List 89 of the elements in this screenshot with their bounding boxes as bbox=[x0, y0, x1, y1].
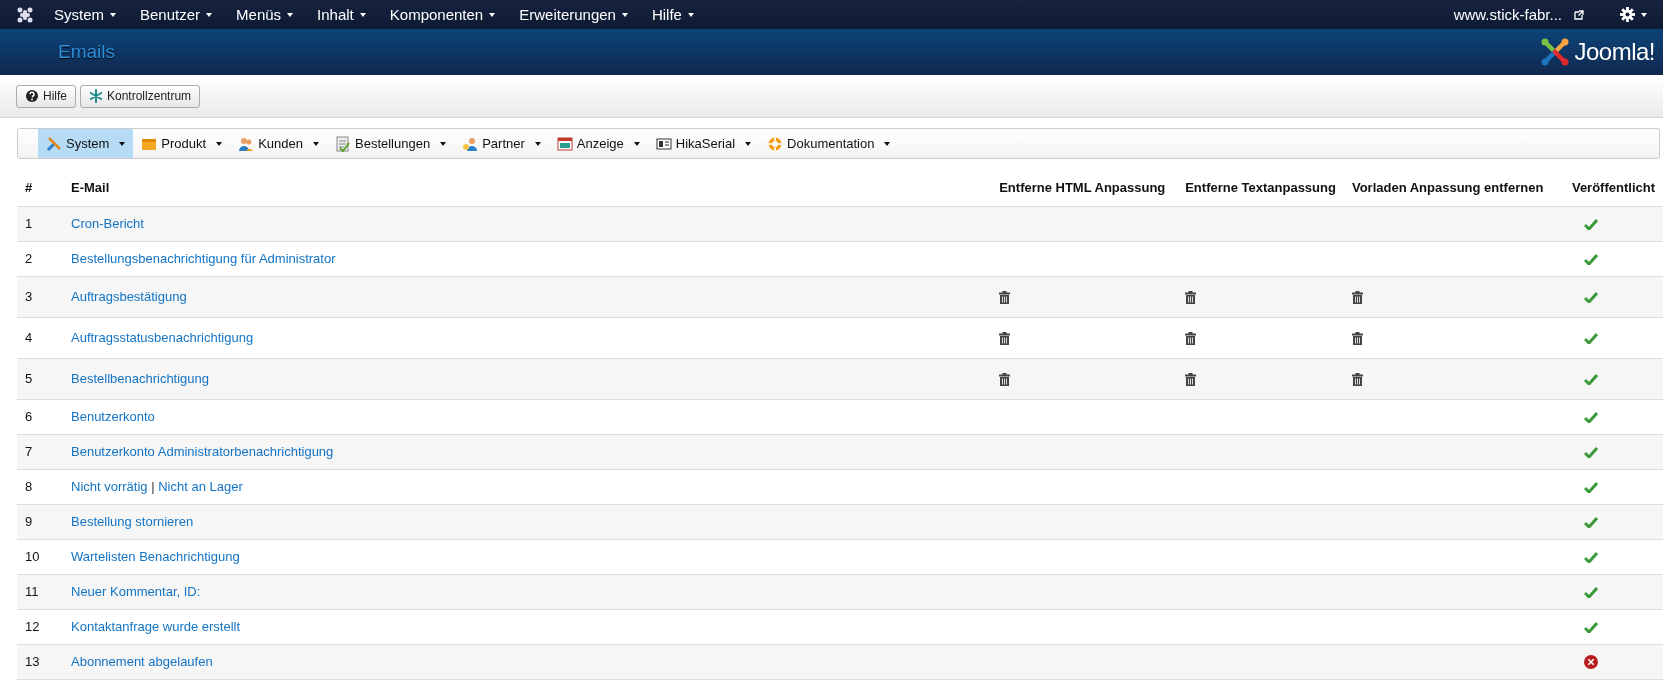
email-link[interactable]: Neuer Kommentar, ID: bbox=[71, 583, 201, 599]
column-header: Entferne HTML Anpassung bbox=[991, 169, 1178, 206]
row-number: 6 bbox=[17, 399, 63, 434]
help-icon bbox=[25, 89, 39, 103]
asterisk-icon bbox=[89, 89, 103, 103]
checkmark-icon[interactable] bbox=[1583, 481, 1598, 493]
checkmark-icon[interactable] bbox=[1583, 253, 1598, 265]
page-title: Emails bbox=[58, 39, 115, 64]
row-number: 1 bbox=[17, 206, 63, 241]
row-number: 7 bbox=[17, 434, 63, 469]
trash-icon[interactable] bbox=[1351, 331, 1363, 345]
row-number: 3 bbox=[17, 276, 63, 317]
cross-circle-icon[interactable] bbox=[1583, 655, 1598, 670]
submenu-item[interactable]: Partner bbox=[454, 129, 549, 158]
trash-icon[interactable] bbox=[1185, 290, 1197, 304]
control-panel-button[interactable]: Kontrollzentrum bbox=[80, 84, 201, 108]
row-number: 12 bbox=[17, 609, 63, 644]
partner-icon bbox=[462, 135, 479, 152]
menu-item[interactable]: Erweiterungen bbox=[507, 0, 640, 29]
checkmark-icon[interactable] bbox=[1583, 373, 1598, 385]
site-link[interactable]: www.stick-fabr... bbox=[1441, 0, 1574, 29]
email-link[interactable]: Bestellbenachrichtigung bbox=[71, 370, 210, 386]
checkmark-icon[interactable] bbox=[1583, 551, 1598, 563]
checkmark-icon[interactable] bbox=[1583, 586, 1598, 598]
email-link[interactable]: Abonnement abgelaufen bbox=[71, 653, 213, 669]
card-icon bbox=[655, 135, 672, 152]
submenu-item[interactable]: Produkt bbox=[133, 129, 231, 158]
window-icon bbox=[556, 135, 573, 152]
email-link[interactable]: Nicht an Lager bbox=[158, 478, 243, 494]
joomla-logo-icon bbox=[1540, 37, 1571, 67]
row-number: 10 bbox=[17, 539, 63, 574]
email-link[interactable]: Kontaktanfrage wurde erstellt bbox=[71, 618, 241, 634]
email-link[interactable]: Bestellung stornieren bbox=[71, 513, 194, 529]
separator: | bbox=[150, 478, 156, 494]
row-number: 5 bbox=[17, 358, 63, 399]
checkmark-icon[interactable] bbox=[1583, 218, 1598, 230]
lifebuoy-icon bbox=[767, 135, 784, 152]
checkmark-icon[interactable] bbox=[1583, 621, 1598, 633]
checkmark-icon[interactable] bbox=[1583, 291, 1598, 303]
checkmark-icon[interactable] bbox=[1583, 411, 1598, 423]
email-link[interactable]: Auftragsbestätigung bbox=[71, 288, 187, 304]
joomla-icon[interactable] bbox=[16, 5, 34, 24]
email-link[interactable]: Bestellungsbenachrichtigung für Administrator bbox=[71, 250, 336, 266]
column-header: E-Mail bbox=[63, 169, 992, 206]
row-number: 11 bbox=[17, 574, 63, 609]
submenu-item[interactable]: Kunden bbox=[230, 129, 327, 158]
document-icon bbox=[335, 135, 351, 152]
people-icon bbox=[238, 135, 255, 152]
checkmark-icon[interactable] bbox=[1583, 516, 1598, 528]
menu-item[interactable]: Menüs bbox=[224, 0, 306, 29]
row-number: 8 bbox=[17, 469, 63, 504]
email-link[interactable]: Wartelisten Benachrichtigung bbox=[71, 548, 240, 564]
email-link[interactable]: Nicht vorrätig bbox=[71, 478, 148, 494]
menu-item[interactable]: Benutzer bbox=[128, 0, 225, 29]
menu-item[interactable]: Inhalt bbox=[305, 0, 378, 29]
submenu-item[interactable]: HikaSerial bbox=[647, 129, 760, 158]
email-link[interactable]: Cron-Bericht bbox=[71, 215, 144, 231]
checkmark-icon[interactable] bbox=[1583, 332, 1598, 344]
email-link[interactable]: Benutzerkonto bbox=[71, 408, 155, 424]
submenu-item[interactable]: System bbox=[38, 129, 134, 158]
column-header: Entferne Textanpassung bbox=[1177, 169, 1344, 206]
menu-item[interactable]: Komponenten bbox=[377, 0, 508, 29]
menu-item[interactable]: Hilfe bbox=[639, 0, 706, 29]
column-header: Veröffentlicht bbox=[1563, 169, 1663, 206]
row-number: 4 bbox=[17, 317, 63, 358]
row-number: 2 bbox=[17, 241, 63, 276]
email-link[interactable]: Benutzerkonto Administratorbenachrichtigung bbox=[71, 443, 334, 459]
tools-icon bbox=[46, 135, 62, 152]
trash-icon[interactable] bbox=[999, 372, 1011, 386]
email-link[interactable]: Auftragsstatusbenachrichtigung bbox=[71, 329, 254, 345]
checkmark-icon[interactable] bbox=[1583, 446, 1598, 458]
column-header: Vorladen Anpassung entfernen bbox=[1343, 169, 1564, 206]
row-number: 9 bbox=[17, 504, 63, 539]
help-button[interactable]: Hilfe bbox=[16, 84, 76, 108]
trash-icon[interactable] bbox=[999, 290, 1011, 304]
row-number: 13 bbox=[17, 644, 63, 679]
column-header: # bbox=[17, 169, 63, 206]
logo-text: Joomla! bbox=[1574, 37, 1655, 67]
trash-icon[interactable] bbox=[1351, 290, 1363, 304]
submenu-item[interactable]: Bestellungen bbox=[327, 129, 455, 158]
trash-icon[interactable] bbox=[1351, 372, 1363, 386]
external-link-icon bbox=[1574, 9, 1584, 20]
gear-icon bbox=[1620, 7, 1635, 22]
submenu-item[interactable]: Dokumentation bbox=[759, 129, 899, 158]
trash-icon[interactable] bbox=[999, 331, 1011, 345]
menu-item[interactable]: System bbox=[42, 0, 128, 29]
trash-icon[interactable] bbox=[1185, 331, 1197, 345]
submenu-item[interactable]: Anzeige bbox=[548, 129, 648, 158]
trash-icon[interactable] bbox=[1185, 372, 1197, 386]
